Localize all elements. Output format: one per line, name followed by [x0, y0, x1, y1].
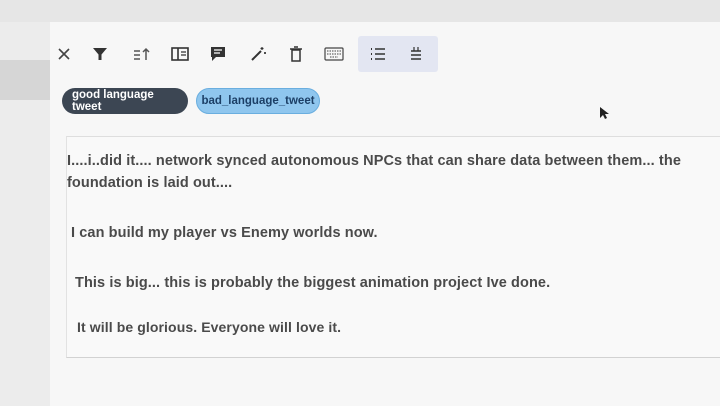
label-bad-language-tweet[interactable]: bad_language_tweet: [196, 88, 320, 114]
delete-icon[interactable]: [284, 42, 308, 66]
list-icon[interactable]: [366, 42, 390, 66]
window-top-strip: [0, 0, 720, 23]
label-good-language-tweet[interactable]: good language tweet: [62, 88, 188, 114]
sort-icon[interactable]: [130, 42, 154, 66]
annotation-panel: good language tweet bad_language_tweet I…: [50, 22, 720, 406]
keyboard-icon[interactable]: [322, 42, 346, 66]
split-view-icon[interactable]: [168, 42, 192, 66]
sidebar-selected-item[interactable]: [0, 60, 50, 100]
toolbar: [50, 34, 720, 74]
text-line: foundation is laid out....: [67, 175, 233, 191]
text-line: It will be glorious. Everyone will love …: [77, 319, 342, 335]
filter-icon[interactable]: [88, 42, 112, 66]
menu-icon[interactable]: [404, 42, 428, 66]
label-group: good language tweet bad_language_tweet: [50, 88, 720, 118]
magic-wand-icon[interactable]: [246, 42, 270, 66]
text-line: I can build my player vs Enemy worlds no…: [71, 225, 378, 241]
document-text-area[interactable]: I....i..did it.... network synced autono…: [66, 136, 720, 358]
comment-icon[interactable]: [206, 42, 230, 66]
close-icon[interactable]: [52, 42, 76, 66]
text-line: I....i..did it.... network synced autono…: [67, 153, 681, 169]
text-line: This is big... this is probably the bigg…: [75, 275, 551, 291]
mouse-pointer-icon: [599, 106, 609, 125]
